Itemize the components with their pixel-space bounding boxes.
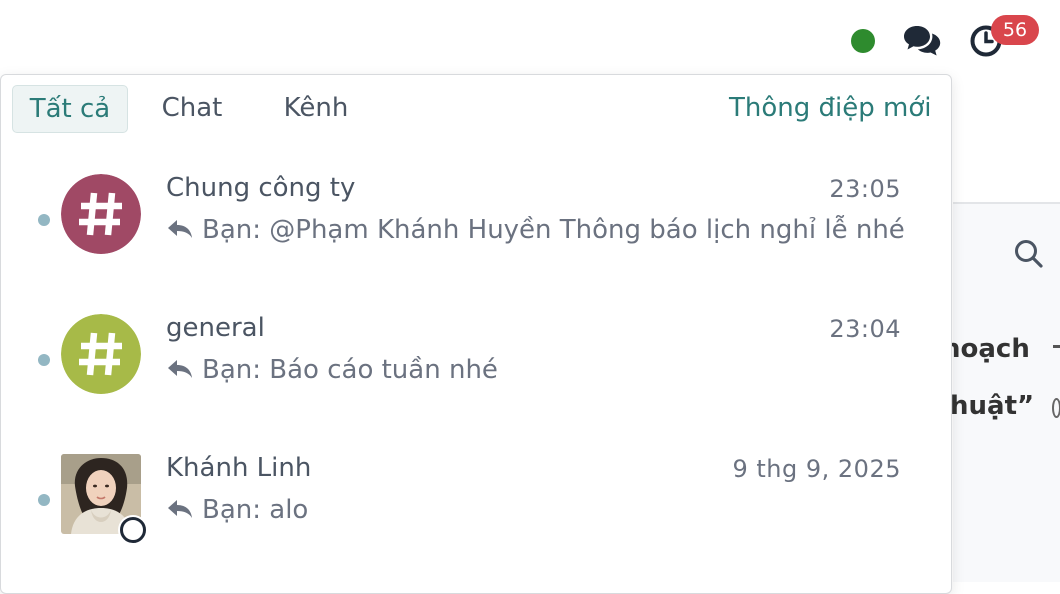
tab-channels[interactable]: Kênh — [270, 85, 362, 131]
hash-channel-icon — [61, 314, 141, 394]
thread-item[interactable]: Khánh Linh 9 thg 9, 2025 Bạn: alo — [1, 431, 951, 571]
thread-preview-text: Bạn: @Phạm Khánh Huyền Thông báo lịch ng… — [202, 215, 905, 245]
thread-name: Chung công ty — [166, 173, 356, 203]
unread-indicator — [38, 214, 50, 226]
thread-time: 23:05 — [829, 175, 901, 203]
offline-status-icon — [120, 517, 146, 543]
thread-preview: Bạn: @Phạm Khánh Huyền Thông báo lịch ng… — [166, 215, 905, 245]
new-message-button[interactable]: Thông điệp mới — [729, 85, 931, 131]
thread-preview-text: Bạn: Báo cáo tuần nhé — [202, 355, 498, 385]
thread-name: Khánh Linh — [166, 453, 312, 483]
background-text: huật” — [950, 391, 1035, 421]
tab-chat[interactable]: Chat — [147, 85, 237, 131]
background-fragment — [1052, 398, 1060, 418]
thread-time: 9 thg 9, 2025 — [732, 455, 901, 483]
search-icon[interactable] — [1012, 237, 1046, 271]
presence-status-indicator[interactable] — [851, 29, 875, 53]
thread-name: general — [166, 313, 265, 343]
messaging-dropdown: Tất cả Chat Kênh Thông điệp mới Chung cô… — [0, 74, 952, 594]
thread-preview: Bạn: Báo cáo tuần nhé — [166, 355, 498, 385]
reply-icon — [166, 497, 194, 519]
reply-icon — [166, 357, 194, 379]
thread-item[interactable]: Chung công ty 23:05 Bạn: @Phạm Khánh Huy… — [1, 151, 951, 291]
unread-indicator — [38, 494, 50, 506]
hash-channel-icon — [61, 174, 141, 254]
background-text: hoạch — [942, 334, 1030, 364]
thread-preview: Bạn: alo — [166, 495, 308, 525]
background-fragment — [1053, 345, 1060, 348]
chat-bubbles-icon[interactable] — [903, 23, 943, 57]
reply-icon — [166, 217, 194, 239]
thread-time: 23:04 — [829, 315, 901, 343]
tab-all[interactable]: Tất cả — [12, 85, 128, 133]
unread-indicator — [38, 354, 50, 366]
top-navbar: 56 — [0, 0, 1060, 75]
activity-count-badge: 56 — [991, 15, 1039, 45]
thread-item[interactable]: general 23:04 Bạn: Báo cáo tuần nhé — [1, 291, 951, 431]
thread-preview-text: Bạn: alo — [202, 495, 309, 525]
